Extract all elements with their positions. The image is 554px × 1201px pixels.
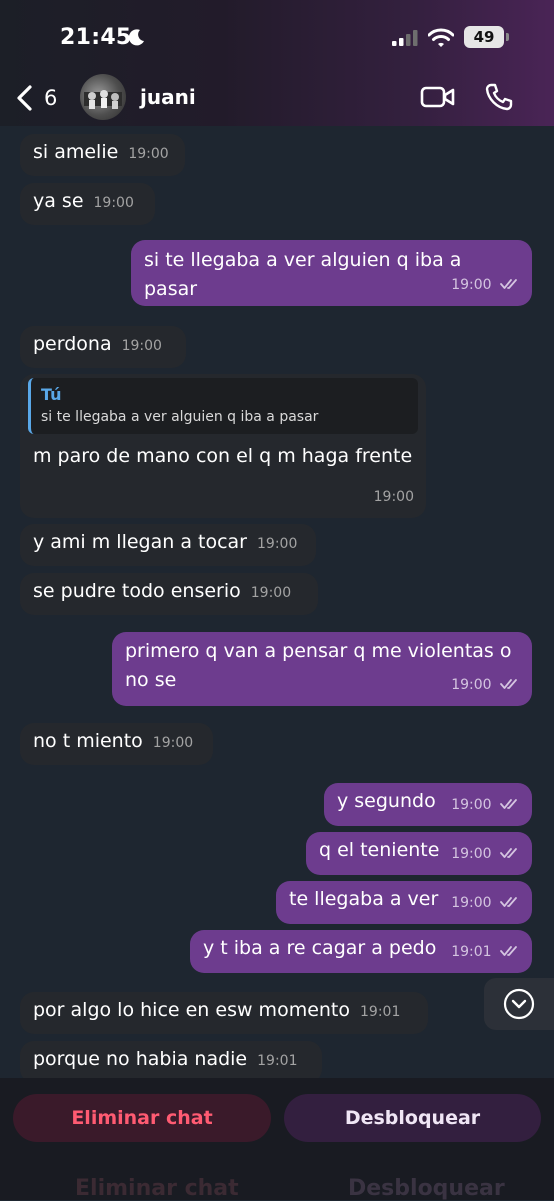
double-check-icon	[500, 679, 517, 689]
message-text: si amelie	[33, 141, 119, 163]
unblock-ghost: Desbloquear	[348, 1176, 505, 1201]
message-incoming[interactable]: se pudre todo enserio 19:00	[20, 573, 318, 615]
message-incoming[interactable]: no t miento 19:00	[20, 723, 213, 765]
message-time: 19:00	[257, 536, 298, 552]
message-time: 19:01	[360, 1004, 401, 1020]
chevron-down-icon	[503, 988, 535, 1020]
battery-tip	[506, 33, 509, 41]
message-text: perdona	[33, 333, 112, 355]
message-text: m paro de mano con el q m haga frente	[33, 445, 413, 467]
message-text: se pudre todo enserio	[33, 580, 241, 602]
message-list[interactable]: si amelie 19:00 ya se 19:00 si te llegaba …	[0, 126, 554, 1080]
status-time: 21:45	[60, 25, 132, 50]
message-text: si te llegaba a ver alguien q iba a pasa…	[144, 249, 462, 300]
message-time: 19:00	[152, 735, 194, 751]
delete-chat-button[interactable]: Eliminar chat	[13, 1094, 271, 1142]
double-check-icon	[500, 279, 517, 289]
action-bar: Eliminar chat Desbloquear Eliminar chat …	[0, 1078, 554, 1201]
message-time: 19:00	[93, 195, 134, 211]
double-check-icon	[500, 848, 517, 858]
message-time: 19:00	[373, 489, 414, 505]
message-text: q el teniente	[319, 839, 440, 861]
double-check-icon	[500, 897, 517, 907]
signal-icon	[392, 30, 418, 50]
chat-header: 6 juani	[0, 70, 554, 126]
message-meta: 19:00	[451, 791, 520, 820]
message-time: 19:00	[128, 146, 169, 162]
top-bar: 21:45 49 6 juani	[0, 0, 554, 126]
contact-name[interactable]: juani	[140, 85, 196, 109]
unblock-button[interactable]: Desbloquear	[284, 1094, 541, 1142]
message-meta: 19:00	[451, 889, 520, 918]
message-time: 19:00	[451, 277, 492, 293]
reply-text: si te llegaba a ver alguien q iba a pasa…	[41, 409, 319, 425]
message-incoming[interactable]: por algo lo hice en esw momento 19:01	[20, 992, 428, 1034]
message-outgoing[interactable]: y t iba a re cagar a pedo 19:01	[190, 930, 532, 973]
message-outgoing[interactable]: q el teniente 19:00	[306, 832, 532, 875]
message-time: 19:00	[121, 338, 162, 354]
unread-count[interactable]: 6	[44, 86, 57, 110]
message-incoming[interactable]: si amelie 19:00	[20, 134, 185, 176]
message-time: 19:01	[451, 944, 492, 960]
phone-call-icon[interactable]	[484, 82, 514, 116]
wifi-icon	[427, 28, 455, 52]
message-meta: 19:00	[451, 671, 520, 700]
message-time: 19:00	[451, 846, 492, 862]
video-call-icon[interactable]	[420, 84, 456, 114]
message-text: por algo lo hice en esw momento	[33, 999, 351, 1021]
avatar[interactable]	[80, 74, 126, 120]
message-text: y t iba a re cagar a pedo	[203, 937, 437, 959]
message-outgoing[interactable]: primero q van a pensar q me violentas o …	[112, 632, 532, 706]
message-time: 19:00	[451, 797, 492, 813]
message-text: porque no habia nadie	[33, 1048, 248, 1070]
message-meta: 19:00	[451, 840, 520, 869]
message-outgoing[interactable]: si te llegaba a ver alguien q iba a pasa…	[131, 240, 532, 306]
battery-icon: 49	[464, 26, 504, 48]
message-incoming-reply[interactable]: Tú si te llegaba a ver alguien q iba a p…	[20, 374, 426, 518]
message-text: te llegaba a ver	[289, 888, 439, 910]
back-chevron-icon[interactable]	[14, 84, 36, 116]
message-time: 19:00	[250, 585, 292, 601]
double-check-icon	[500, 799, 517, 809]
message-incoming[interactable]: ya se 19:00	[20, 183, 155, 225]
message-incoming[interactable]: porque no habia nadie 19:01	[20, 1041, 322, 1080]
message-text: ya se	[33, 190, 84, 212]
reply-quote[interactable]: Tú si te llegaba a ver alguien q iba a p…	[28, 378, 418, 434]
delete-chat-ghost: Eliminar chat	[75, 1176, 239, 1201]
reply-author: Tú	[41, 385, 62, 404]
message-time: 19:00	[451, 895, 492, 911]
message-meta: 19:00	[451, 271, 520, 300]
message-incoming[interactable]: perdona 19:00	[20, 326, 186, 368]
double-check-icon	[500, 946, 517, 956]
message-text: y segundo	[337, 790, 436, 812]
message-incoming[interactable]: y ami m llegan a tocar 19:00	[20, 524, 316, 566]
moon-icon	[128, 28, 146, 50]
status-bar: 21:45 49	[0, 22, 554, 56]
message-time: 19:00	[451, 677, 492, 693]
message-meta: 19:01	[451, 938, 520, 967]
scroll-to-bottom-button[interactable]	[484, 978, 554, 1030]
message-text: y ami m llegan a tocar	[33, 531, 247, 553]
message-outgoing[interactable]: y segundo 19:00	[324, 783, 532, 826]
message-outgoing[interactable]: te llegaba a ver 19:00	[276, 881, 532, 924]
message-text: no t miento	[33, 730, 143, 752]
message-time: 19:01	[257, 1053, 298, 1069]
